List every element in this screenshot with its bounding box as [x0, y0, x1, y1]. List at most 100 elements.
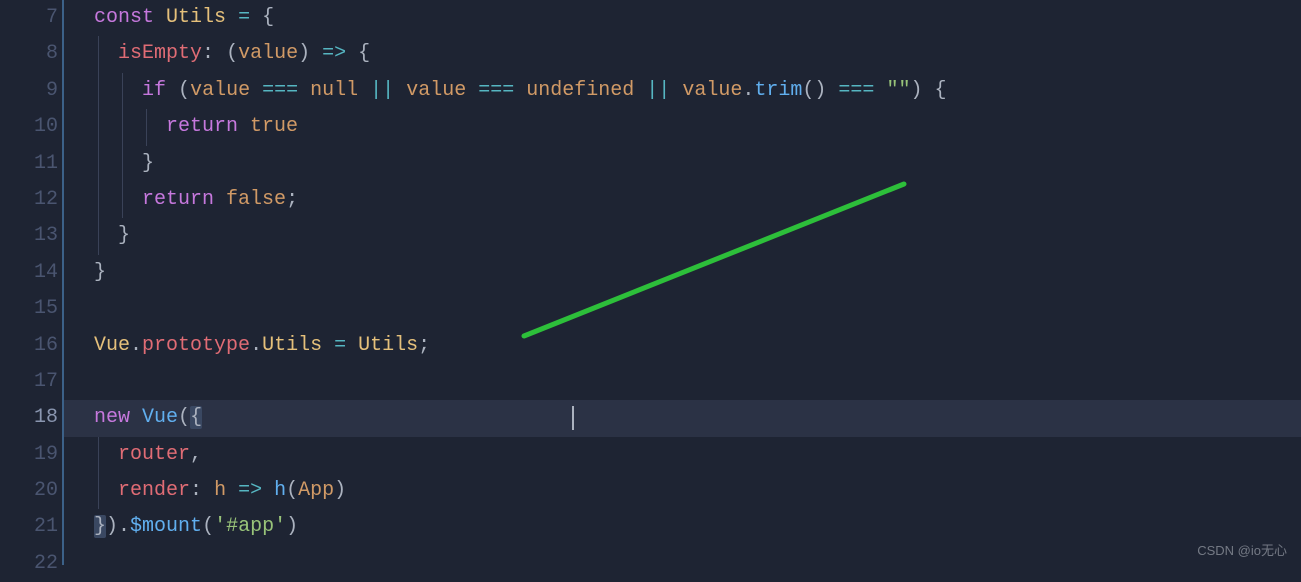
- indent-guide: [98, 36, 99, 72]
- code-line[interactable]: [64, 364, 1301, 400]
- code-line[interactable]: return true: [64, 109, 1301, 145]
- token-default: [94, 79, 142, 102]
- token-default: [466, 79, 478, 102]
- token-default: [154, 6, 166, 29]
- token-kw: return: [142, 188, 214, 211]
- token-prop: isEmpty: [118, 42, 202, 65]
- token-default: [262, 479, 274, 502]
- token-punct-hl: }: [94, 515, 106, 538]
- code-editor[interactable]: 78910111213141516171819202122 const Util…: [0, 0, 1301, 565]
- token-punct-hl: {: [190, 406, 202, 429]
- token-fn: h: [274, 479, 286, 502]
- indent-guide: [146, 109, 147, 145]
- token-default: [238, 115, 250, 138]
- token-default: [922, 79, 934, 102]
- token-punct: }: [94, 261, 106, 284]
- token-str: "": [886, 79, 910, 102]
- token-kw: if: [142, 79, 166, 102]
- token-default: [874, 79, 886, 102]
- line-number: 14: [0, 255, 58, 291]
- token-op: ||: [370, 79, 394, 102]
- code-line[interactable]: }: [64, 218, 1301, 254]
- token-punct: (: [178, 79, 190, 102]
- indent-guide: [122, 146, 123, 182]
- code-line[interactable]: return false;: [64, 182, 1301, 218]
- token-default: [214, 188, 226, 211]
- code-line[interactable]: if (value === null || value === undefine…: [64, 73, 1301, 109]
- code-line[interactable]: new Vue({: [64, 400, 1301, 436]
- token-punct: }: [142, 152, 154, 175]
- token-param: value: [406, 79, 466, 102]
- indent-guide: [122, 73, 123, 109]
- token-op: =: [334, 334, 346, 357]
- line-number: 16: [0, 328, 58, 364]
- token-default: [310, 42, 322, 65]
- token-op: =>: [322, 42, 346, 65]
- code-line[interactable]: router,: [64, 437, 1301, 473]
- token-param: false: [226, 188, 286, 211]
- line-number: 21: [0, 509, 58, 545]
- token-punct: :: [202, 42, 214, 65]
- token-param: undefined: [526, 79, 634, 102]
- token-punct: :: [190, 479, 202, 502]
- token-punct: (: [226, 42, 238, 65]
- token-default: [94, 188, 142, 211]
- line-number: 20: [0, 473, 58, 509]
- line-number: 15: [0, 291, 58, 327]
- line-number: 8: [0, 36, 58, 72]
- token-punct: ): [286, 515, 298, 538]
- token-punct: .: [130, 334, 142, 357]
- token-op: ||: [646, 79, 670, 102]
- token-param: value: [682, 79, 742, 102]
- token-param: value: [238, 42, 298, 65]
- token-default: [358, 79, 370, 102]
- token-default: [346, 334, 358, 357]
- token-kw: const: [94, 6, 154, 29]
- watermark: CSDN @io无心: [1197, 540, 1287, 559]
- code-line[interactable]: }: [64, 255, 1301, 291]
- token-default: [250, 79, 262, 102]
- token-var: Utils: [262, 334, 322, 357]
- token-punct: (: [178, 406, 190, 429]
- line-number: 22: [0, 546, 58, 582]
- code-line[interactable]: const Utils = {: [64, 0, 1301, 36]
- token-param: value: [190, 79, 250, 102]
- text-cursor: [572, 406, 574, 430]
- token-punct: .: [118, 515, 130, 538]
- indent-guide: [98, 73, 99, 109]
- token-var: Utils: [166, 6, 226, 29]
- token-prop: prototype: [142, 334, 250, 357]
- token-punct: .: [742, 79, 754, 102]
- token-kw: new: [94, 406, 130, 429]
- indent-guide: [98, 109, 99, 145]
- token-default: [250, 6, 262, 29]
- token-op: ===: [838, 79, 874, 102]
- code-line[interactable]: [64, 291, 1301, 327]
- token-default: [166, 79, 178, 102]
- code-area[interactable]: const Utils = { isEmpty: (value) => { if…: [64, 0, 1301, 565]
- token-punct: .: [250, 334, 262, 357]
- token-param: h: [214, 479, 226, 502]
- indent-guide: [98, 218, 99, 254]
- token-default: [202, 479, 214, 502]
- token-kw: return: [166, 115, 238, 138]
- line-number: 12: [0, 182, 58, 218]
- code-line[interactable]: [64, 546, 1301, 582]
- line-number: 10: [0, 109, 58, 145]
- indent-guide: [122, 109, 123, 145]
- token-punct: (: [286, 479, 298, 502]
- token-param: null: [310, 79, 358, 102]
- token-default: [394, 79, 406, 102]
- line-number: 19: [0, 437, 58, 473]
- line-number: 17: [0, 364, 58, 400]
- token-default: [514, 79, 526, 102]
- code-line[interactable]: isEmpty: (value) => {: [64, 36, 1301, 72]
- token-punct: (: [202, 515, 214, 538]
- token-default: [94, 115, 166, 138]
- code-line[interactable]: Vue.prototype.Utils = Utils;: [64, 328, 1301, 364]
- token-punct: ): [106, 515, 118, 538]
- code-line[interactable]: }).$mount('#app'): [64, 509, 1301, 545]
- token-punct: ;: [418, 334, 430, 357]
- code-line[interactable]: render: h => h(App): [64, 473, 1301, 509]
- code-line[interactable]: }: [64, 146, 1301, 182]
